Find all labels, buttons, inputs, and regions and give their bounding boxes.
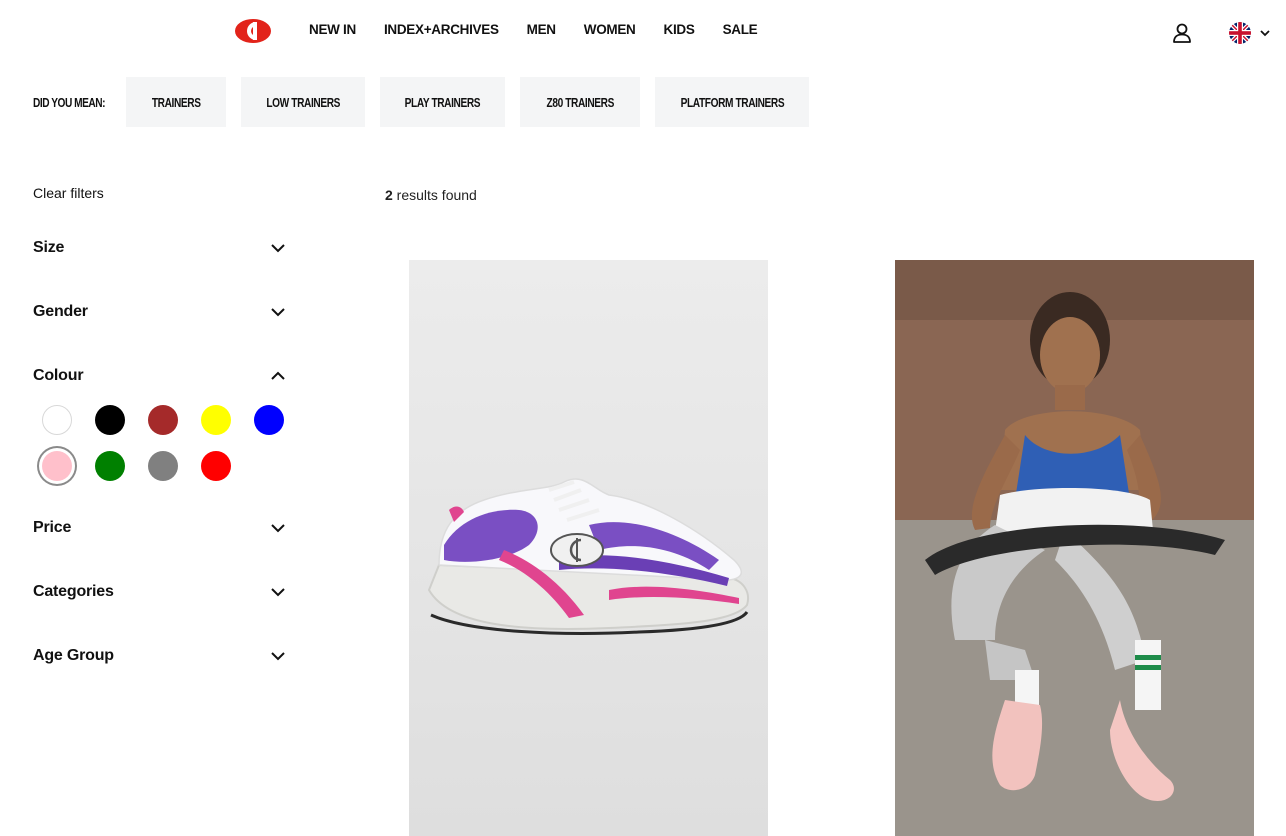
suggestion-z80-trainers[interactable]: Z80 TRAINERS (520, 77, 640, 127)
chevron-down-icon (271, 524, 285, 533)
chevron-down-icon (271, 244, 285, 253)
chevron-down-icon (271, 652, 285, 661)
swatch-blue[interactable] (254, 405, 284, 435)
swatch-brown[interactable] (148, 405, 178, 435)
product-card-image[interactable] (409, 260, 768, 836)
chevron-down-icon (271, 308, 285, 317)
filter-label: Age Group (33, 647, 114, 664)
uk-flag-icon (1229, 22, 1251, 44)
suggestion-platform-trainers[interactable]: PLATFORM TRAINERS (655, 77, 809, 127)
nav-men[interactable]: MEN (527, 22, 556, 37)
swatch-white[interactable] (42, 405, 72, 435)
suggestion-play-trainers[interactable]: PLAY TRAINERS (380, 77, 505, 127)
swatch-pink[interactable] (42, 451, 72, 481)
suggestion-trainers[interactable]: TRAINERS (126, 77, 226, 127)
main-nav: NEW IN INDEX+ARCHIVES MEN WOMEN KIDS SAL… (309, 22, 785, 37)
filter-age-group[interactable]: Age Group (33, 644, 287, 668)
clear-filters-link[interactable]: Clear filters (33, 185, 104, 201)
filter-size[interactable]: Size (33, 236, 287, 260)
filter-label: Categories (33, 583, 114, 600)
suggestions-row: TRAINERS LOW TRAINERS PLAY TRAINERS Z80 … (0, 77, 1286, 127)
suggestion-label: LOW TRAINERS (266, 94, 340, 110)
chevron-down-icon (1260, 30, 1270, 37)
champion-logo-icon[interactable] (234, 16, 272, 46)
nav-index-archives[interactable]: INDEX+ARCHIVES (384, 22, 499, 37)
lifestyle-image (895, 260, 1254, 836)
swatch-green[interactable] (95, 451, 125, 481)
user-account-icon[interactable] (1171, 22, 1193, 44)
suggestion-low-trainers[interactable]: LOW TRAINERS (241, 77, 365, 127)
results-label: results found (392, 187, 477, 203)
site-header: NEW IN INDEX+ARCHIVES MEN WOMEN KIDS SAL… (0, 0, 1286, 64)
swatch-red[interactable] (201, 451, 231, 481)
nav-kids[interactable]: KIDS (664, 22, 695, 37)
swatch-yellow[interactable] (201, 405, 231, 435)
chevron-down-icon (271, 588, 285, 597)
filter-price[interactable]: Price (33, 516, 287, 540)
swatch-black[interactable] (95, 405, 125, 435)
filter-gender[interactable]: Gender (33, 300, 287, 324)
suggestion-label: TRAINERS (151, 94, 201, 110)
nav-women[interactable]: WOMEN (584, 22, 636, 37)
results-count: 2 results found (385, 187, 477, 203)
nav-new-in[interactable]: NEW IN (309, 22, 356, 37)
suggestion-label: PLAY TRAINERS (404, 94, 481, 110)
filter-label: Gender (33, 303, 88, 320)
filter-colour[interactable]: Colour (33, 364, 287, 388)
sneaker-image (427, 478, 749, 635)
nav-sale[interactable]: SALE (723, 22, 758, 37)
filter-categories[interactable]: Categories (33, 580, 287, 604)
chevron-up-icon (271, 371, 285, 380)
results-number: 2 (385, 187, 393, 203)
filter-label: Size (33, 239, 65, 256)
locale-selector[interactable] (1229, 22, 1271, 44)
suggestion-label: Z80 TRAINERS (546, 94, 614, 110)
filter-label: Colour (33, 367, 84, 384)
filter-label: Price (33, 519, 72, 536)
swatch-grey[interactable] (148, 451, 178, 481)
suggestion-label: PLATFORM TRAINERS (680, 94, 784, 110)
product-card-lifestyle[interactable] (895, 260, 1254, 836)
